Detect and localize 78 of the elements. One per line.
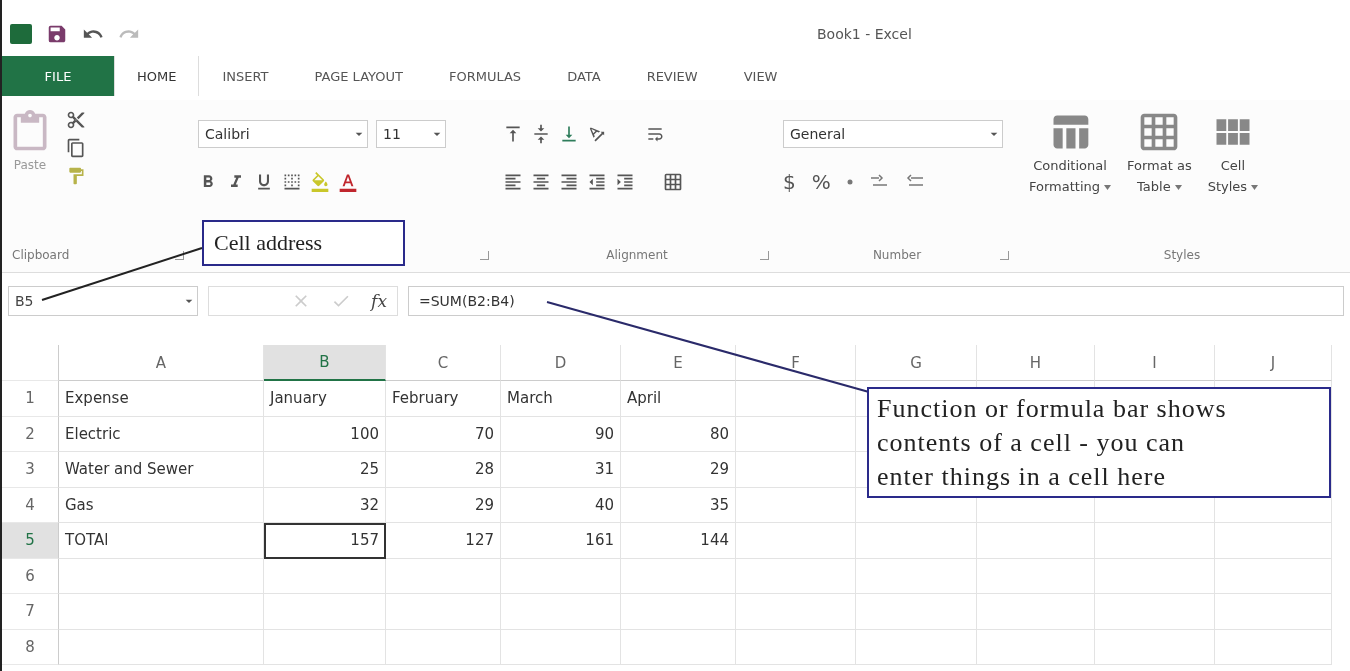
decrease-indent-icon[interactable]	[587, 172, 607, 192]
ribbon-tab[interactable]: HOME	[114, 56, 200, 96]
scissors-icon[interactable]	[66, 110, 86, 130]
row-header[interactable]: 4	[2, 487, 59, 523]
group-label: Clipboard	[12, 248, 70, 262]
table-cell[interactable]: March	[501, 381, 621, 417]
row-header[interactable]: 5	[2, 523, 59, 559]
group-label: Styles	[1163, 248, 1201, 262]
column-header[interactable]: D	[501, 345, 621, 381]
row-header[interactable]: 2	[2, 416, 59, 452]
font-color-icon[interactable]	[338, 172, 358, 192]
table-cell[interactable]: January	[264, 381, 386, 417]
styles-button[interactable]: Cell Styles	[1201, 110, 1265, 196]
column-header[interactable]: G	[856, 345, 977, 381]
group-label: Number	[872, 248, 922, 262]
currency-button[interactable]: $	[783, 170, 796, 194]
callout-label: Cell address	[202, 220, 405, 267]
row-header[interactable]: 3	[2, 452, 59, 488]
dialog-launcher-icon[interactable]	[175, 251, 184, 260]
border-icon[interactable]	[282, 172, 302, 192]
column-header[interactable]: H	[977, 345, 1095, 381]
bottom-align-icon[interactable]	[559, 124, 579, 144]
ribbon-tab[interactable]: DATA	[544, 56, 624, 96]
table-cell[interactable]: Water and Sewer	[59, 452, 264, 488]
ribbon-tab[interactable]: FORMULAS	[425, 56, 545, 96]
center-icon[interactable]	[531, 172, 551, 192]
ribbon-tab[interactable]: REVIEW	[623, 56, 721, 96]
caret-icon[interactable]	[1104, 184, 1111, 190]
formula-field[interactable]: =SUM(B2:B4)	[408, 286, 1344, 316]
font-size-dropdown[interactable]: 11	[376, 120, 446, 148]
ribbon-tab[interactable]: INSERT	[199, 56, 292, 96]
table-cell[interactable]: 127	[386, 523, 501, 559]
table-cell[interactable]: TOTAl	[59, 523, 264, 559]
row-header[interactable]: 8	[2, 629, 59, 665]
table-cell[interactable]: 144	[621, 523, 736, 559]
column-header[interactable]: B	[264, 345, 386, 381]
column-header[interactable]: A	[59, 345, 264, 381]
column-header[interactable]: F	[736, 345, 856, 381]
table-cell[interactable]: April	[621, 381, 736, 417]
insert-function-button[interactable]: fx	[371, 291, 387, 311]
table-cell[interactable]: 157	[264, 523, 386, 559]
save-icon[interactable]	[46, 23, 68, 45]
ribbon-tab[interactable]: PAGE LAYOUT	[291, 56, 426, 96]
name-box[interactable]: B5	[8, 286, 198, 316]
row-header[interactable]: 7	[2, 594, 59, 630]
group-label: Alignment	[606, 248, 668, 262]
column-header[interactable]: E	[621, 345, 736, 381]
table-cell[interactable]: 31	[501, 452, 621, 488]
file-tab[interactable]: FILE	[2, 56, 114, 96]
table-cell[interactable]: 161	[501, 523, 621, 559]
row-header[interactable]: 6	[2, 558, 59, 594]
styles-button[interactable]: Format as Table	[1121, 110, 1198, 196]
window-title: Book1 - Excel	[817, 26, 912, 42]
top-align-icon[interactable]	[503, 124, 523, 144]
styles-button[interactable]: Conditional Formatting	[1023, 110, 1117, 196]
callout-label: Function or formula bar shows contents of a cell - you can enter things in a cell here	[867, 387, 1331, 499]
align-left-icon[interactable]	[503, 172, 523, 192]
table-cell[interactable]: 28	[386, 452, 501, 488]
increase-indent-icon[interactable]	[615, 172, 635, 192]
percent-button[interactable]: %	[811, 170, 831, 194]
caret-icon[interactable]	[1251, 184, 1259, 190]
table-cell[interactable]: 32	[264, 487, 386, 523]
table-cell[interactable]: February	[386, 381, 501, 417]
table-cell[interactable]: 25	[264, 452, 386, 488]
font-name-dropdown[interactable]: Calibri	[198, 120, 368, 148]
column-header[interactable]: I	[1095, 345, 1215, 381]
copy-icon[interactable]	[66, 138, 86, 158]
column-header[interactable]: C	[386, 345, 501, 381]
column-header[interactable]: J	[1215, 345, 1332, 381]
table-cell[interactable]: 29	[621, 452, 736, 488]
middle-align-icon[interactable]	[531, 124, 551, 144]
number-format-dropdown[interactable]: General	[783, 120, 1003, 148]
ribbon-tab[interactable]: VIEW	[720, 56, 801, 96]
align-right-icon[interactable]	[559, 172, 579, 192]
caret-icon[interactable]	[1174, 184, 1182, 190]
row-header[interactable]: 1	[2, 381, 59, 417]
table-cell[interactable]: Expense	[59, 381, 264, 417]
fill-color-icon[interactable]	[310, 172, 330, 192]
